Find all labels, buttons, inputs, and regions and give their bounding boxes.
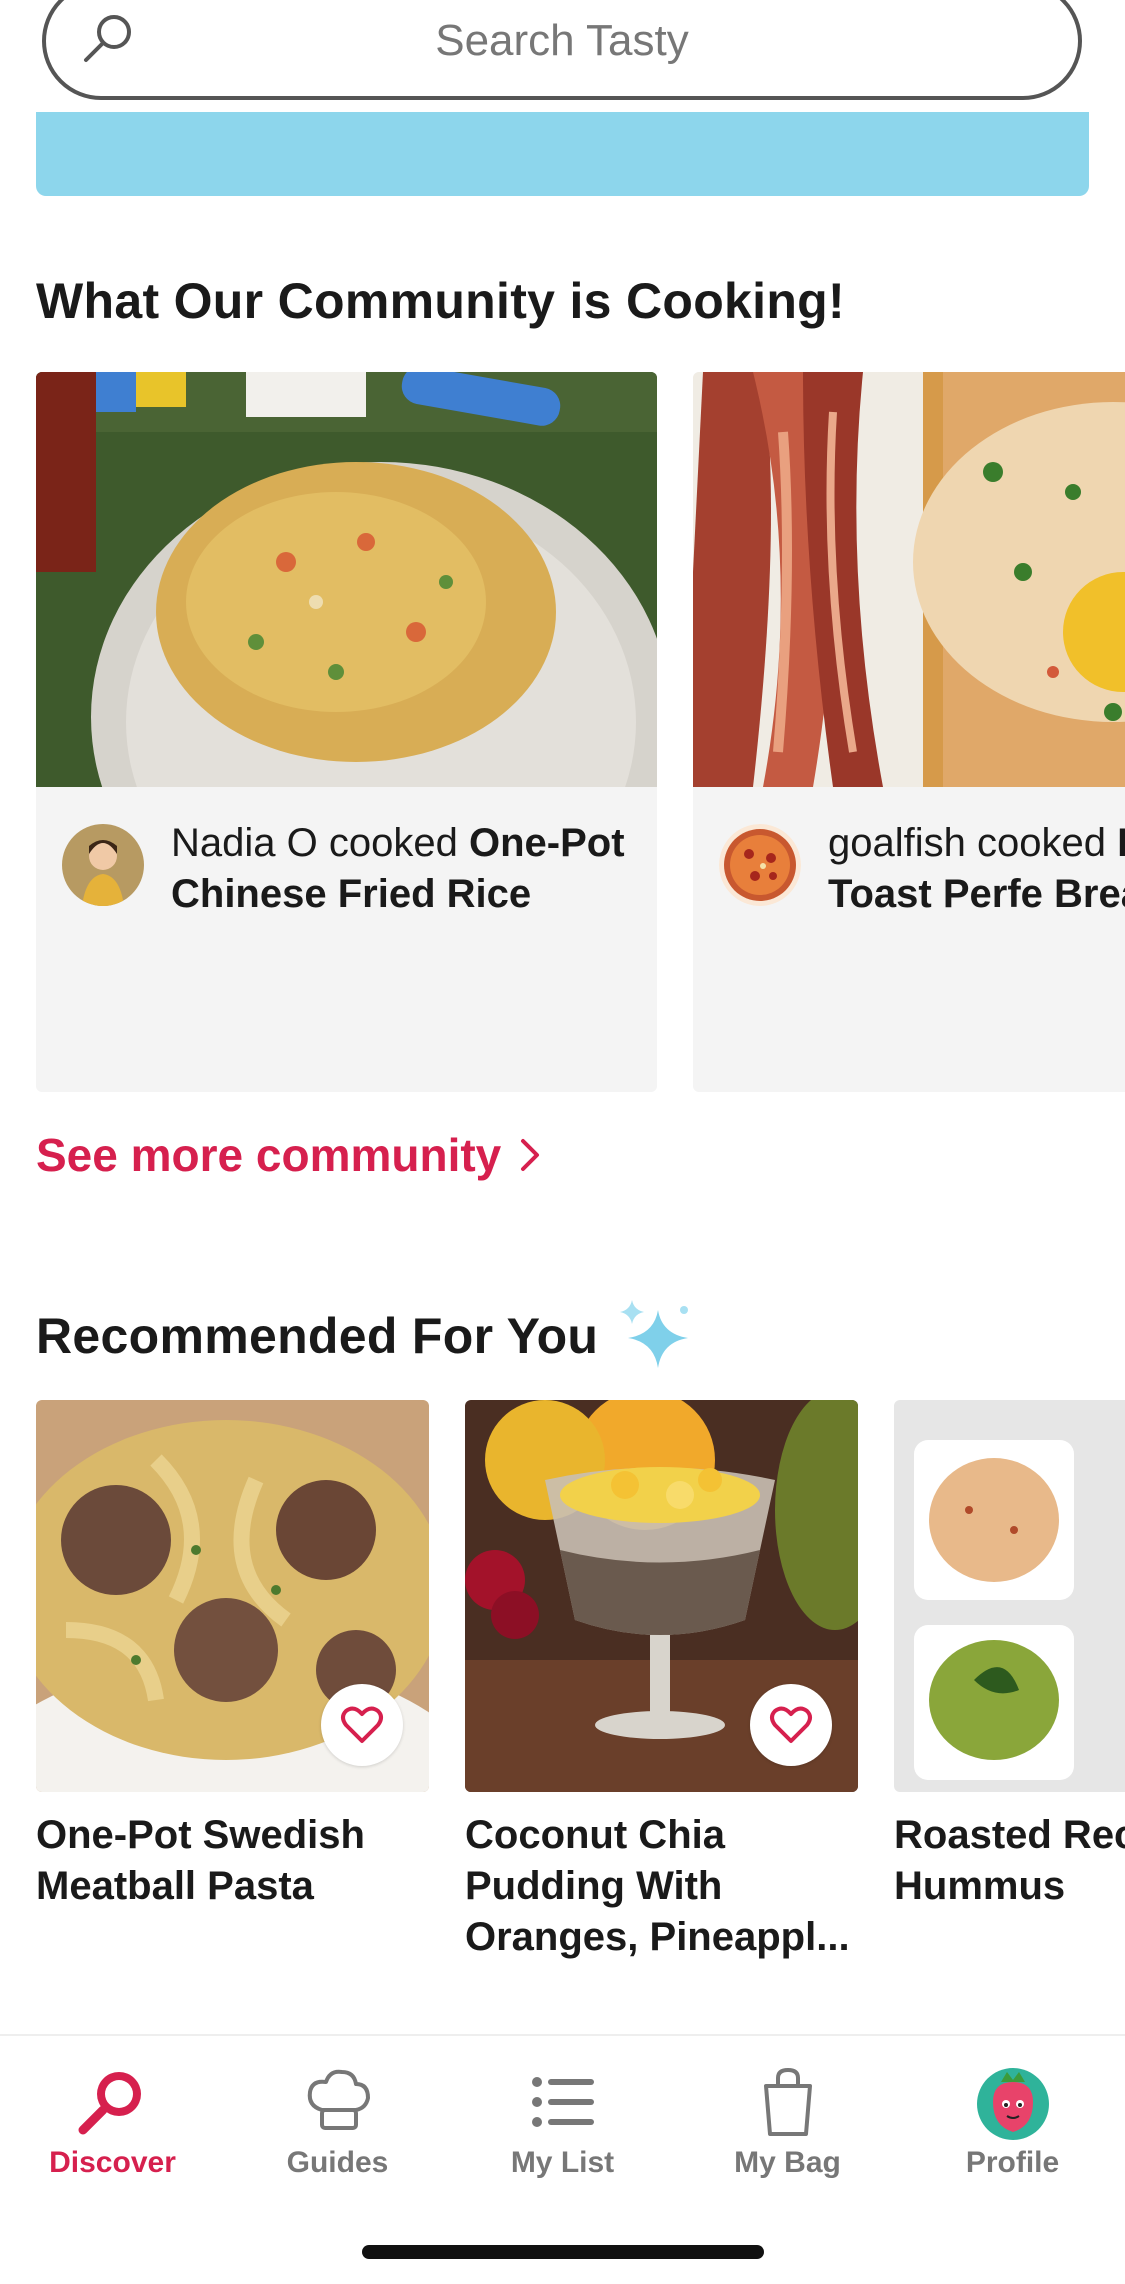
tab-my-list-label: My List — [510, 2146, 615, 2179]
community-caption: Nadia O cooked One-Pot Chinese Fried Ric… — [171, 821, 625, 916]
search-bar[interactable] — [42, 0, 1082, 100]
recipe-card[interactable]: One-Pot Swedish Meatball Pasta — [36, 1400, 429, 1912]
heart-icon — [770, 1706, 812, 1743]
tab-discover-label: Discover — [49, 2146, 176, 2179]
recommended-section-title: Recommended For You — [36, 1308, 599, 1364]
tab-my-bag-label: My Bag — [734, 2146, 841, 2179]
egg-toast-photo — [693, 372, 1125, 787]
see-more-label: See more community — [36, 1129, 502, 1181]
chevron-right-icon — [521, 1139, 540, 1171]
recipe-photo — [36, 1400, 429, 1792]
bag-icon — [763, 2067, 812, 2136]
profile-avatar-icon — [976, 2068, 1049, 2140]
recipe-photo — [465, 1400, 858, 1792]
cook-username[interactable]: goalfish — [828, 821, 966, 865]
tab-my-list[interactable]: My List — [450, 2062, 675, 2180]
cook-username[interactable]: Nadia O — [171, 821, 318, 865]
discover-icon — [78, 2072, 141, 2135]
tab-guides[interactable]: Guides — [225, 2062, 450, 2180]
community-section-title: What Our Community is Cooking! — [36, 273, 845, 329]
tab-discover[interactable]: Discover — [0, 2062, 225, 2180]
fried-rice-photo — [36, 372, 657, 787]
search-input[interactable] — [46, 0, 1078, 96]
community-card[interactable]: goalfish cooked Egg Toast Perfe Breakfas… — [693, 372, 1125, 1092]
user-avatar[interactable] — [62, 824, 144, 906]
favorite-button[interactable] — [750, 1684, 832, 1766]
discover-screen: What Our Community is Cooking! — [0, 0, 1125, 2284]
community-card[interactable]: Nadia O cooked One-Pot Chinese Fried Ric… — [36, 372, 657, 1092]
recommended-section-header: Recommended For You — [36, 1300, 698, 1372]
recipe-card[interactable]: Roasted Rec Hummus — [894, 1400, 1125, 1912]
list-icon — [531, 2077, 594, 2127]
promo-banner[interactable] — [36, 112, 1089, 196]
user-avatar[interactable] — [719, 824, 801, 906]
chef-hat-icon — [307, 2069, 370, 2130]
tab-my-bag[interactable]: My Bag — [675, 2062, 900, 2180]
recipe-photo — [894, 1400, 1125, 1792]
favorite-button[interactable] — [321, 1684, 403, 1766]
tab-profile-label: Profile — [965, 2146, 1060, 2179]
recipe-title[interactable]: Coconut Chia Pudding With Oranges, Pinea… — [465, 1810, 858, 1963]
community-caption: goalfish cooked Egg Toast Perfe Breakfas… — [828, 818, 1125, 920]
home-indicator[interactable] — [362, 2245, 764, 2259]
recipe-card[interactable]: Coconut Chia Pudding With Oranges, Pinea… — [465, 1400, 858, 1963]
sparkles-icon — [620, 1300, 689, 1368]
recipe-title[interactable]: One-Pot Swedish Meatball Pasta — [36, 1810, 429, 1912]
heart-icon — [341, 1706, 383, 1743]
tab-profile[interactable]: Profile — [900, 2062, 1125, 2180]
see-more-community-link[interactable]: See more community — [36, 1128, 541, 1182]
tab-guides-label: Guides — [286, 2146, 389, 2179]
recipe-title[interactable]: Roasted Rec Hummus — [894, 1810, 1125, 1912]
